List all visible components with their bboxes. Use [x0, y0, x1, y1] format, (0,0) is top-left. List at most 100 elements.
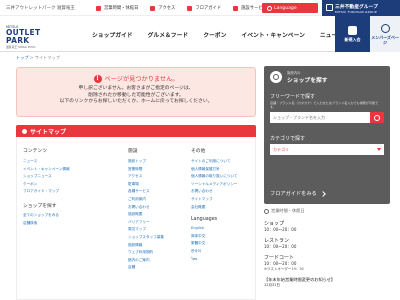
- error-title-text: ページが見つかりません。: [104, 76, 179, 83]
- member-label: メンバーズページ: [371, 34, 399, 45]
- sitemap-link[interactable]: お問い合わせ: [191, 188, 251, 196]
- nav-shop-guide[interactable]: ショップガイド: [92, 30, 133, 39]
- sitemap-link[interactable]: 営業時間: [128, 166, 188, 174]
- sitemap-link[interactable]: 施設情報: [128, 242, 188, 250]
- column-title: 施設: [128, 149, 138, 154]
- sitemap-link[interactable]: ไทย: [191, 256, 251, 264]
- breadcrumb-sep: >: [29, 55, 34, 60]
- nav-coupon[interactable]: クーポン: [203, 30, 226, 39]
- hours-note: ※ラストオーダー19：30: [264, 267, 304, 271]
- hours-time: 10：00～20：00: [264, 244, 297, 249]
- nav-gourmet[interactable]: グルメ＆フード: [148, 30, 189, 39]
- breadcrumb-home[interactable]: トップ: [16, 55, 29, 60]
- sitemap-link[interactable]: 駐車場: [128, 181, 188, 189]
- shop-search-input[interactable]: [270, 112, 370, 123]
- chevron-right-icon: [319, 190, 326, 197]
- freeword-label: フリーワードで探す: [270, 94, 316, 100]
- sitemap-link[interactable]: 個人情報の取り扱いについて: [191, 173, 251, 181]
- globe-icon: [267, 5, 272, 11]
- search-submit-button[interactable]: [370, 112, 384, 123]
- sidebar: 施設内の ショップを探す フリーワードで探す 店舗・ブランド名（カタカナ）で入力…: [264, 66, 390, 300]
- group-subname: MITSUI FUDOSAN GROUP: [335, 9, 377, 14]
- sitemap-link[interactable]: ウェブ利用規約: [128, 249, 188, 257]
- sitemap-link[interactable]: ショップニュース: [23, 173, 83, 181]
- sitemap-link[interactable]: 個人情報保護方針: [191, 166, 251, 174]
- logo-main: OUTLET PARK: [6, 28, 41, 45]
- info-icon: [233, 5, 239, 11]
- sitemap-link[interactable]: イベント・キャンペーン情報: [23, 166, 83, 174]
- site-name: 三井アウトレットパーク 滋賀竜王: [6, 5, 75, 11]
- sitemap-link[interactable]: 简体中文: [191, 233, 251, 241]
- language-button[interactable]: Language: [262, 3, 318, 13]
- freeword-hint: 店舗・ブランド名（カタカナ）で入力またはブランド名入力でも検索が可能です。: [270, 101, 379, 109]
- sitemap-link[interactable]: 한국어: [191, 248, 251, 256]
- clock-icon: [264, 208, 269, 214]
- floor-guide-link[interactable]: フロアガイドをみる: [270, 190, 326, 197]
- sitemap-link[interactable]: ご利用案内: [128, 196, 188, 204]
- main-nav: ショップガイド グルメ＆フード クーポン イベント・キャンペーン ニュース: [92, 16, 358, 52]
- signup-button[interactable]: 新規入会: [335, 16, 370, 52]
- sitemap-link[interactable]: バリアフリー: [128, 219, 188, 227]
- error-title: ! ページが見つかりません。: [17, 74, 255, 83]
- top-nav-label: アクセス: [158, 6, 176, 11]
- sitemap-link[interactable]: 店舗検索: [23, 220, 83, 228]
- sitemap-link[interactable]: 各種サービス: [128, 188, 188, 196]
- bullet-icon: [22, 128, 27, 134]
- sitemap-link[interactable]: ショップスタッフ募集: [128, 234, 188, 242]
- sitemap-column-facility: 施設 施設トップ 営業時間 アクセス 駐車場 各種サービス ご利用案内 お問い合…: [128, 147, 188, 272]
- column-title: その他: [191, 149, 206, 154]
- sitemap-column-contents: コンテンツ ニュース イベント・キャンペーン情報 ショップニュース クーポン フ…: [23, 147, 83, 227]
- top-nav: 営業時間・休館日 アクセス フロアガイド 施設サービス: [96, 0, 279, 16]
- top-nav-floorguide[interactable]: フロアガイド: [187, 5, 221, 11]
- sitemap-link[interactable]: 周辺マップ: [128, 226, 188, 234]
- top-nav-access[interactable]: アクセス: [150, 5, 175, 11]
- sitemap-header: サイトマップ: [16, 125, 256, 137]
- group-link[interactable]: 三井不動産グループ MITSUI FUDOSAN GROUP: [322, 0, 400, 16]
- sitemap-link[interactable]: クーポン: [23, 181, 83, 189]
- sitemap-link[interactable]: サイトのご利用について: [191, 158, 251, 166]
- category-select[interactable]: カテゴリ: [270, 144, 384, 155]
- sitemap-link[interactable]: アクセス: [128, 173, 188, 181]
- hours-header: 営業時間・休館日: [264, 208, 305, 214]
- warning-icon: !: [93, 74, 102, 83]
- map-icon: [187, 5, 193, 11]
- category-label: カテゴリで探す: [270, 136, 306, 142]
- category-value: カテゴリ: [273, 146, 289, 152]
- site-logo[interactable]: MITSUI OUTLET PARK 滋賀竜王 SHIGA RYUO: [6, 25, 66, 49]
- shop-search-panel: 施設内の ショップを探す フリーワードで探す 店舗・ブランド名（カタカナ）で入力…: [264, 66, 390, 204]
- sitemap-link[interactable]: 施設トップ: [128, 158, 188, 166]
- hours-name: フードコート: [264, 255, 295, 261]
- logo-sub: 滋賀竜王 SHIGA RYUO: [6, 45, 36, 49]
- sitemap-link[interactable]: 会社概要: [191, 204, 251, 212]
- column-subtitle: ショップを探す: [23, 203, 57, 209]
- hours-notice-date: 12月31日: [264, 283, 280, 287]
- hours-list: ショップ 10：00～20：00 レストラン 10：00～20：00 フードコー…: [264, 216, 390, 288]
- sitemap-link[interactable]: フロアガイド・マップ: [23, 188, 83, 196]
- sitemap-link[interactable]: ソーシャルメディアポリシー: [191, 181, 251, 189]
- search-panel-title: 施設内の ショップを探す: [264, 66, 390, 88]
- sitemap-link[interactable]: 全てのショップをみる: [23, 212, 83, 220]
- sitemap-link[interactable]: 繁體中文: [191, 240, 251, 248]
- sitemap-title: サイトマップ: [30, 128, 67, 136]
- sitemap-link[interactable]: サイトマップ: [191, 196, 251, 204]
- car-icon: [150, 5, 156, 11]
- sitemap-link[interactable]: 店舗: [128, 264, 188, 272]
- sitemap-column-other: その他 サイトのご利用について 個人情報保護方針 個人情報の取り扱いについて ソ…: [191, 147, 251, 263]
- clock-icon: [96, 5, 101, 11]
- search-icon: [270, 71, 282, 83]
- error-line: 申し訳ございません。お客さまがご指定のページは、: [78, 86, 194, 91]
- sitemap-link[interactable]: 館内のご案内: [128, 257, 188, 265]
- error-line: 以下のリンクからお探しいただくか、ホームに戻ってお探しください。: [59, 99, 213, 105]
- language-label: Language: [274, 5, 297, 11]
- sitemap-link[interactable]: 施設概要: [128, 211, 188, 219]
- column-subtitle: Languages: [191, 217, 218, 223]
- sitemap-link[interactable]: ニュース: [23, 158, 83, 166]
- site-header: MITSUI OUTLET PARK 滋賀竜王 SHIGA RYUO ショップガ…: [0, 16, 400, 52]
- top-nav-label: フロアガイド: [195, 6, 222, 11]
- card-icon: [348, 26, 357, 35]
- nav-events[interactable]: イベント・キャンペーン: [241, 30, 304, 39]
- sitemap-link[interactable]: お問い合わせ: [128, 204, 188, 212]
- member-page-button[interactable]: メンバーズページ: [370, 16, 400, 52]
- sitemap-link[interactable]: English: [191, 225, 251, 233]
- top-nav-hours[interactable]: 営業時間・休館日: [96, 5, 138, 11]
